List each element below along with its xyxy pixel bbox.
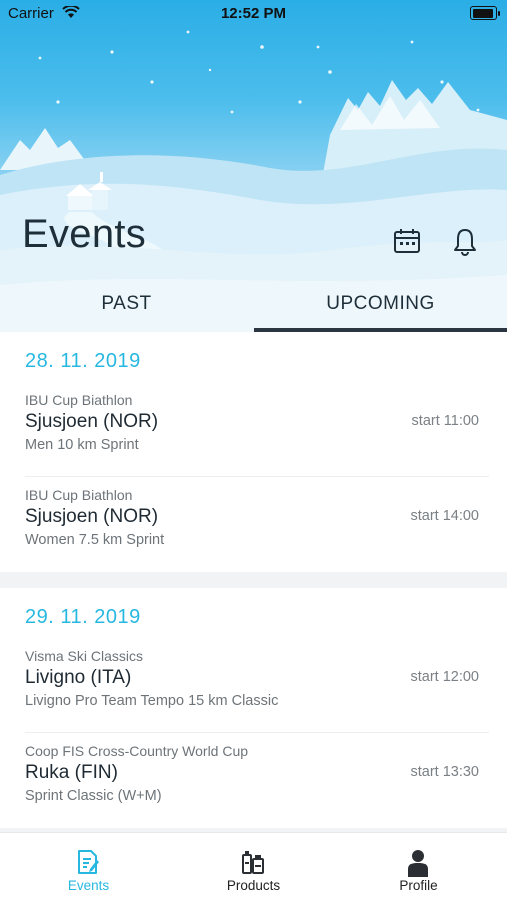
- event-series: IBU Cup Biathlon: [25, 487, 133, 503]
- page-title: Events: [22, 212, 147, 256]
- tabbar-label-events: Events: [67, 878, 110, 893]
- status-bar: Carrier 12:52 PM: [0, 0, 507, 28]
- events-tabs: PAST UPCOMING: [0, 280, 507, 332]
- event-item[interactable]: Coop FIS Cross-Country World Cup Ruka (F…: [25, 733, 489, 828]
- tab-upcoming[interactable]: UPCOMING: [254, 280, 507, 332]
- event-description: Sprint Classic (W+M): [25, 788, 162, 804]
- status-time: 12:52 PM: [220, 5, 287, 22]
- event-series: Coop FIS Cross-Country World Cup: [25, 743, 249, 759]
- header-hero: Carrier 12:52 PM Events PAST UPCOMING: [0, 0, 507, 332]
- event-series: Visma Ski Classics: [25, 648, 143, 664]
- events-screen: Carrier 12:52 PM Events PAST UPCOMING 28…: [0, 0, 507, 900]
- battery-icon: [470, 6, 500, 20]
- event-item[interactable]: Visma Ski Classics Livigno (ITA) Livigno…: [25, 638, 489, 733]
- events-icon: [78, 850, 99, 874]
- event-series: IBU Cup Biathlon: [25, 392, 133, 408]
- event-description: Men 10 km Sprint: [25, 437, 139, 453]
- bottom-tab-bar: Events Products Profile: [0, 832, 507, 900]
- day-group: 28. 11. 2019 IBU Cup Biathlon Sjusjoen (…: [0, 332, 507, 572]
- tabbar-item-products[interactable]: Products: [169, 833, 338, 900]
- event-start-time: start 12:00: [410, 669, 479, 685]
- event-place: Sjusjoen (NOR): [25, 506, 159, 527]
- profile-icon: [408, 850, 428, 877]
- event-place: Sjusjoen (NOR): [25, 411, 159, 432]
- day-date: 29. 11. 2019: [25, 606, 141, 628]
- event-item[interactable]: IBU Cup Biathlon Sjusjoen (NOR) Women 7.…: [25, 477, 489, 572]
- events-list: 28. 11. 2019 IBU Cup Biathlon Sjusjoen (…: [0, 332, 507, 844]
- tabbar-label-products: Products: [226, 878, 281, 893]
- event-start-time: start 13:30: [410, 764, 479, 780]
- tabbar-label-profile: Profile: [399, 878, 438, 893]
- event-place: Ruka (FIN): [25, 762, 118, 783]
- event-start-time: start 14:00: [410, 508, 479, 524]
- tabbar-item-events[interactable]: Events: [4, 833, 173, 900]
- event-place: Livigno (ITA): [25, 667, 132, 688]
- day-group: 29. 11. 2019 Visma Ski Classics Livigno …: [0, 588, 507, 828]
- event-description: Livigno Pro Team Tempo 15 km Classic: [25, 693, 279, 709]
- products-icon: [242, 851, 264, 874]
- event-item[interactable]: IBU Cup Biathlon Sjusjoen (NOR) Men 10 k…: [25, 382, 489, 477]
- day-date: 28. 11. 2019: [25, 350, 141, 372]
- event-start-time: start 11:00: [411, 413, 479, 429]
- event-description: Women 7.5 km Sprint: [25, 532, 165, 548]
- tab-past[interactable]: PAST: [0, 280, 253, 332]
- bell-icon[interactable]: [450, 226, 480, 256]
- calendar-icon[interactable]: [392, 226, 422, 256]
- tabbar-item-profile[interactable]: Profile: [334, 833, 503, 900]
